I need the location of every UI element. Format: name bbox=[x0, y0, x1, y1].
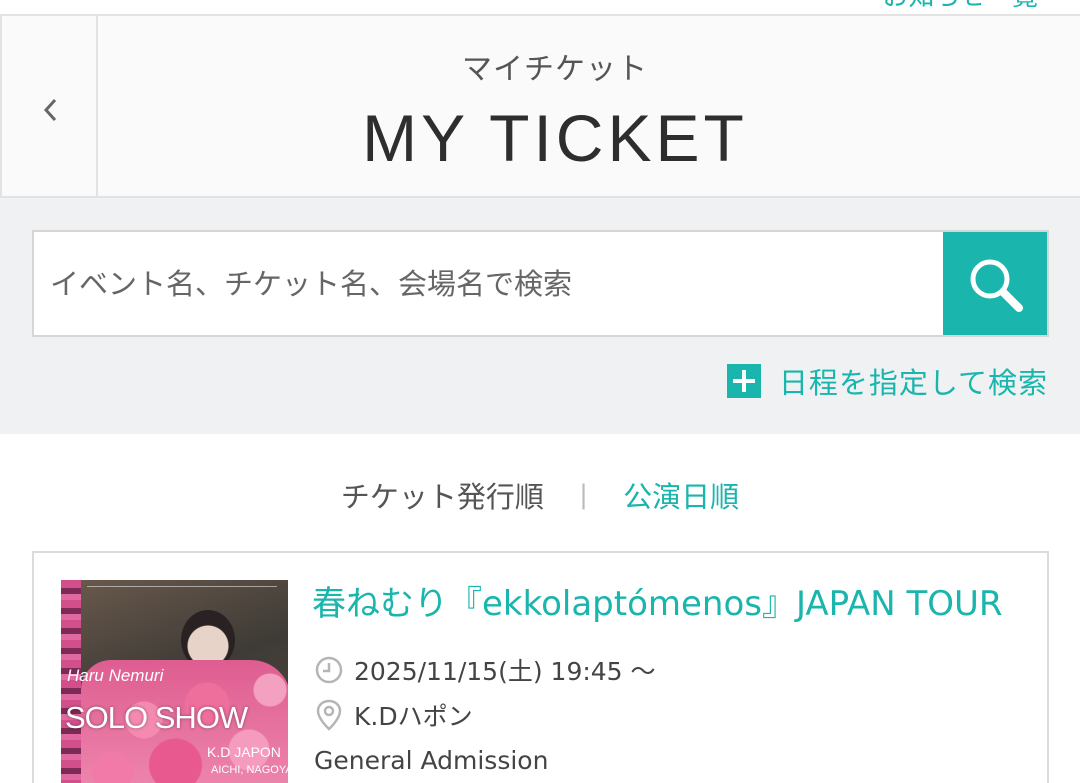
date-search-label: 日程を指定して検索 bbox=[778, 366, 1048, 400]
my-ticket-page: お知らせ一覧 マイチケット MY TICKET 日程を指定して検索 チケット発行 bbox=[0, 0, 1080, 783]
thumbnail-show: SOLO SHOW bbox=[65, 700, 248, 735]
back-button[interactable] bbox=[0, 16, 98, 196]
event-datetime-row: 2025/11/15(土) 19:45 〜 bbox=[314, 653, 656, 687]
thumbnail-venue: K.D JAPON bbox=[207, 744, 281, 760]
sort-by-issue[interactable]: チケット発行順 bbox=[341, 474, 544, 516]
event-venue-row: K.Dハポン bbox=[314, 698, 473, 732]
notice-list-link[interactable]: お知らせ一覧 bbox=[883, 0, 1038, 12]
search-input[interactable] bbox=[34, 232, 946, 335]
sort-by-date[interactable]: 公演日順 bbox=[623, 474, 739, 516]
thumbnail-top-line bbox=[87, 586, 277, 596]
ticket-type-row: General Admission bbox=[314, 743, 548, 777]
sort-divider: | bbox=[579, 480, 588, 510]
page-header: マイチケット MY TICKET bbox=[0, 14, 1080, 198]
thumbnail-artist: Haru Nemuri bbox=[67, 666, 164, 685]
event-venue: K.Dハポン bbox=[354, 702, 473, 731]
top-strip: お知らせ一覧 bbox=[0, 0, 1080, 14]
map-pin-icon bbox=[316, 699, 342, 731]
plus-icon bbox=[726, 364, 761, 398]
event-datetime: 2025/11/15(土) 19:45 〜 bbox=[354, 657, 656, 686]
search-icon bbox=[970, 259, 1023, 312]
thumbnail-city: AICHI, NAGOYA bbox=[211, 764, 288, 776]
page-title: MY TICKET bbox=[362, 101, 748, 175]
event-title[interactable]: 春ねむり『ekkolaptómenos』JAPAN TOUR bbox=[312, 583, 1012, 625]
chevron-left-icon bbox=[43, 98, 57, 122]
page-title-japanese: マイチケット bbox=[462, 52, 648, 87]
ticket-card[interactable]: Haru Nemuri SOLO SHOW K.D JAPON AICHI, N… bbox=[32, 551, 1049, 783]
sort-options: チケット発行順 | 公演日順 bbox=[0, 474, 1080, 524]
date-search-toggle[interactable]: 日程を指定して検索 bbox=[726, 361, 1048, 401]
clock-icon bbox=[315, 656, 343, 684]
ticket-type: General Admission bbox=[314, 745, 549, 775]
search-button[interactable] bbox=[943, 232, 1047, 335]
event-thumbnail: Haru Nemuri SOLO SHOW K.D JAPON AICHI, N… bbox=[61, 580, 288, 783]
search-area: 日程を指定して検索 bbox=[0, 198, 1080, 434]
search-box bbox=[32, 230, 1049, 337]
